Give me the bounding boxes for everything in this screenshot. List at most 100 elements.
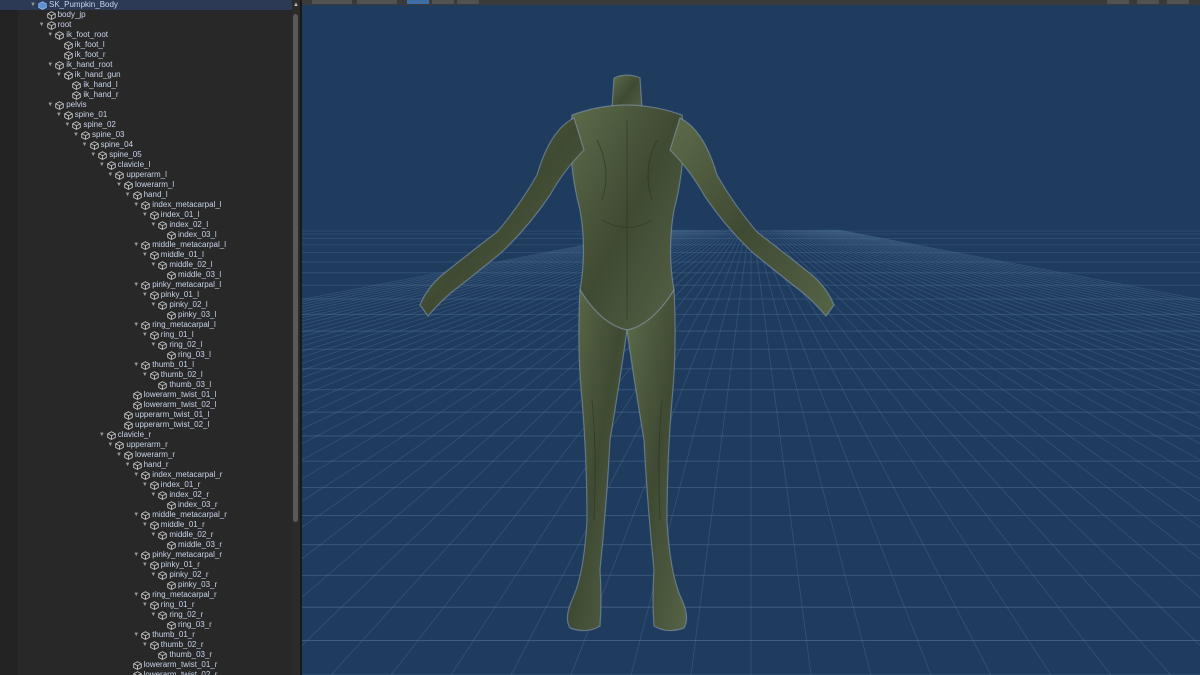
hierarchy-row[interactable]: index_03_r xyxy=(0,500,292,510)
toolbar-button[interactable] xyxy=(312,0,352,4)
expand-arrow-icon[interactable]: ▼ xyxy=(141,640,149,650)
hierarchy-row[interactable]: lowerarm_twist_02_l xyxy=(0,400,292,410)
hierarchy-row[interactable]: ring_03_l xyxy=(0,350,292,360)
hierarchy-row[interactable]: ▼ pinky_01_l xyxy=(0,290,292,300)
hierarchy-row[interactable]: ▼ thumb_01_l xyxy=(0,360,292,370)
toolbar-button[interactable] xyxy=(1167,0,1189,4)
expand-arrow-icon[interactable]: ▼ xyxy=(141,250,149,260)
expand-arrow-icon[interactable]: ▼ xyxy=(149,490,157,500)
hierarchy-row[interactable]: ▼ index_02_r xyxy=(0,490,292,500)
hierarchy-row[interactable]: ▼ ring_02_r xyxy=(0,610,292,620)
hierarchy-row[interactable]: ▼ root xyxy=(0,20,292,30)
hierarchy-row[interactable]: ▼ spine_01 xyxy=(0,110,292,120)
expand-arrow-icon[interactable]: ▼ xyxy=(98,160,106,170)
expand-arrow-icon[interactable]: ▼ xyxy=(141,480,149,490)
expand-arrow-icon[interactable]: ▼ xyxy=(149,340,157,350)
expand-arrow-icon[interactable]: ▼ xyxy=(149,530,157,540)
expand-arrow-icon[interactable]: ▼ xyxy=(149,260,157,270)
expand-arrow-icon[interactable]: ▼ xyxy=(46,60,54,70)
toolbar-button[interactable] xyxy=(457,0,479,4)
hierarchy-row[interactable]: ring_03_r xyxy=(0,620,292,630)
hierarchy-row[interactable]: ▼ ring_01_l xyxy=(0,330,292,340)
expand-arrow-icon[interactable]: ▼ xyxy=(38,20,46,30)
expand-arrow-icon[interactable]: ▼ xyxy=(141,290,149,300)
expand-arrow-icon[interactable]: ▼ xyxy=(46,100,54,110)
toolbar-button[interactable] xyxy=(357,0,397,4)
hierarchy-row[interactable]: ▼ spine_05 xyxy=(0,150,292,160)
expand-arrow-icon[interactable]: ▼ xyxy=(149,610,157,620)
expand-arrow-icon[interactable]: ▼ xyxy=(149,300,157,310)
hierarchy-row[interactable]: ▼ upperarm_r xyxy=(0,440,292,450)
hierarchy-row[interactable]: ▼ index_metacarpal_l xyxy=(0,200,292,210)
hierarchy-row[interactable]: upperarm_twist_02_l xyxy=(0,420,292,430)
hierarchy-row[interactable]: ▼ pinky_01_r xyxy=(0,560,292,570)
hierarchy-row[interactable]: index_03_l xyxy=(0,230,292,240)
expand-arrow-icon[interactable]: ▼ xyxy=(72,130,80,140)
expand-arrow-icon[interactable]: ▼ xyxy=(141,330,149,340)
expand-arrow-icon[interactable]: ▼ xyxy=(141,520,149,530)
hierarchy-row[interactable]: ▼ spine_03 xyxy=(0,130,292,140)
expand-arrow-icon[interactable]: ▼ xyxy=(63,120,71,130)
hierarchy-row[interactable]: ▼ pelvis xyxy=(0,100,292,110)
expand-arrow-icon[interactable]: ▼ xyxy=(81,140,89,150)
hierarchy-row[interactable]: ▼ spine_02 xyxy=(0,120,292,130)
hierarchy-row[interactable]: ▼ index_01_l xyxy=(0,210,292,220)
hierarchy-row[interactable]: thumb_03_l xyxy=(0,380,292,390)
hierarchy-row[interactable]: ▼ pinky_metacarpal_r xyxy=(0,550,292,560)
toolbar-button[interactable] xyxy=(1107,0,1129,4)
hierarchy-row[interactable]: ▼ ik_foot_root xyxy=(0,30,292,40)
expand-arrow-icon[interactable]: ▼ xyxy=(149,570,157,580)
expand-arrow-icon[interactable]: ▼ xyxy=(106,440,114,450)
hierarchy-row[interactable]: ▼ thumb_01_r xyxy=(0,630,292,640)
toolbar-button-active[interactable] xyxy=(407,0,429,4)
hierarchy-row[interactable]: lowerarm_twist_01_l xyxy=(0,390,292,400)
expand-arrow-icon[interactable]: ▼ xyxy=(149,220,157,230)
hierarchy-row[interactable]: ▼ middle_02_l xyxy=(0,260,292,270)
hierarchy-row[interactable]: ▼ spine_04 xyxy=(0,140,292,150)
expand-arrow-icon[interactable]: ▼ xyxy=(115,450,123,460)
character-model[interactable] xyxy=(302,0,1200,675)
hierarchy-row[interactable]: ik_foot_l xyxy=(0,40,292,50)
hierarchy-row[interactable]: ▼ pinky_metacarpal_l xyxy=(0,280,292,290)
hierarchy-row[interactable]: thumb_03_r xyxy=(0,650,292,660)
hierarchy-row[interactable]: middle_03_r xyxy=(0,540,292,550)
expand-arrow-icon[interactable]: ▼ xyxy=(132,630,140,640)
expand-arrow-icon[interactable]: ▼ xyxy=(55,70,63,80)
expand-arrow-icon[interactable]: ▼ xyxy=(141,560,149,570)
toolbar-button[interactable] xyxy=(1137,0,1159,4)
hierarchy-row[interactable]: ▼ ring_02_l xyxy=(0,340,292,350)
hierarchy-row[interactable]: ▼ middle_01_r xyxy=(0,520,292,530)
hierarchy-row[interactable]: ▼ thumb_02_r xyxy=(0,640,292,650)
hierarchy-row[interactable]: middle_03_l xyxy=(0,270,292,280)
hierarchy-row[interactable]: ▼ ik_hand_root xyxy=(0,60,292,70)
hierarchy-row[interactable]: ▼ lowerarm_r xyxy=(0,450,292,460)
hierarchy-row[interactable]: pinky_03_l xyxy=(0,310,292,320)
hierarchy-row[interactable]: pinky_03_r xyxy=(0,580,292,590)
hierarchy-row[interactable]: ▼ ring_metacarpal_r xyxy=(0,590,292,600)
hierarchy-row[interactable]: ik_hand_r xyxy=(0,90,292,100)
hierarchy-row[interactable]: ▼ SK_Pumpkin_Body xyxy=(0,0,292,10)
hierarchy-row[interactable]: ▼ hand_l xyxy=(0,190,292,200)
hierarchy-row[interactable]: ▼ index_01_r xyxy=(0,480,292,490)
hierarchy-row[interactable]: ▼ middle_02_r xyxy=(0,530,292,540)
expand-arrow-icon[interactable]: ▼ xyxy=(132,550,140,560)
hierarchy-row[interactable]: ▼ clavicle_l xyxy=(0,160,292,170)
expand-arrow-icon[interactable]: ▼ xyxy=(132,470,140,480)
expand-arrow-icon[interactable]: ▼ xyxy=(98,430,106,440)
hierarchy-row[interactable]: ▼ ring_01_r xyxy=(0,600,292,610)
hierarchy-row[interactable]: ▼ index_metacarpal_r xyxy=(0,470,292,480)
expand-arrow-icon[interactable]: ▼ xyxy=(55,110,63,120)
hierarchy-row[interactable]: ik_foot_r xyxy=(0,50,292,60)
expand-arrow-icon[interactable]: ▼ xyxy=(46,30,54,40)
expand-arrow-icon[interactable]: ▼ xyxy=(106,170,114,180)
hierarchy-row[interactable]: ▼ index_02_l xyxy=(0,220,292,230)
hierarchy-row[interactable]: ▼ middle_metacarpal_l xyxy=(0,240,292,250)
hierarchy-row[interactable]: body_jp xyxy=(0,10,292,20)
hierarchy-row[interactable]: ▼ thumb_02_l xyxy=(0,370,292,380)
hierarchy-row[interactable]: ▼ lowerarm_l xyxy=(0,180,292,190)
expand-arrow-icon[interactable]: ▼ xyxy=(115,180,123,190)
hierarchy-row[interactable]: ▼ hand_r xyxy=(0,460,292,470)
expand-arrow-icon[interactable]: ▼ xyxy=(132,510,140,520)
expand-arrow-icon[interactable]: ▼ xyxy=(132,200,140,210)
hierarchy-scrollbar-thumb[interactable] xyxy=(293,14,298,522)
